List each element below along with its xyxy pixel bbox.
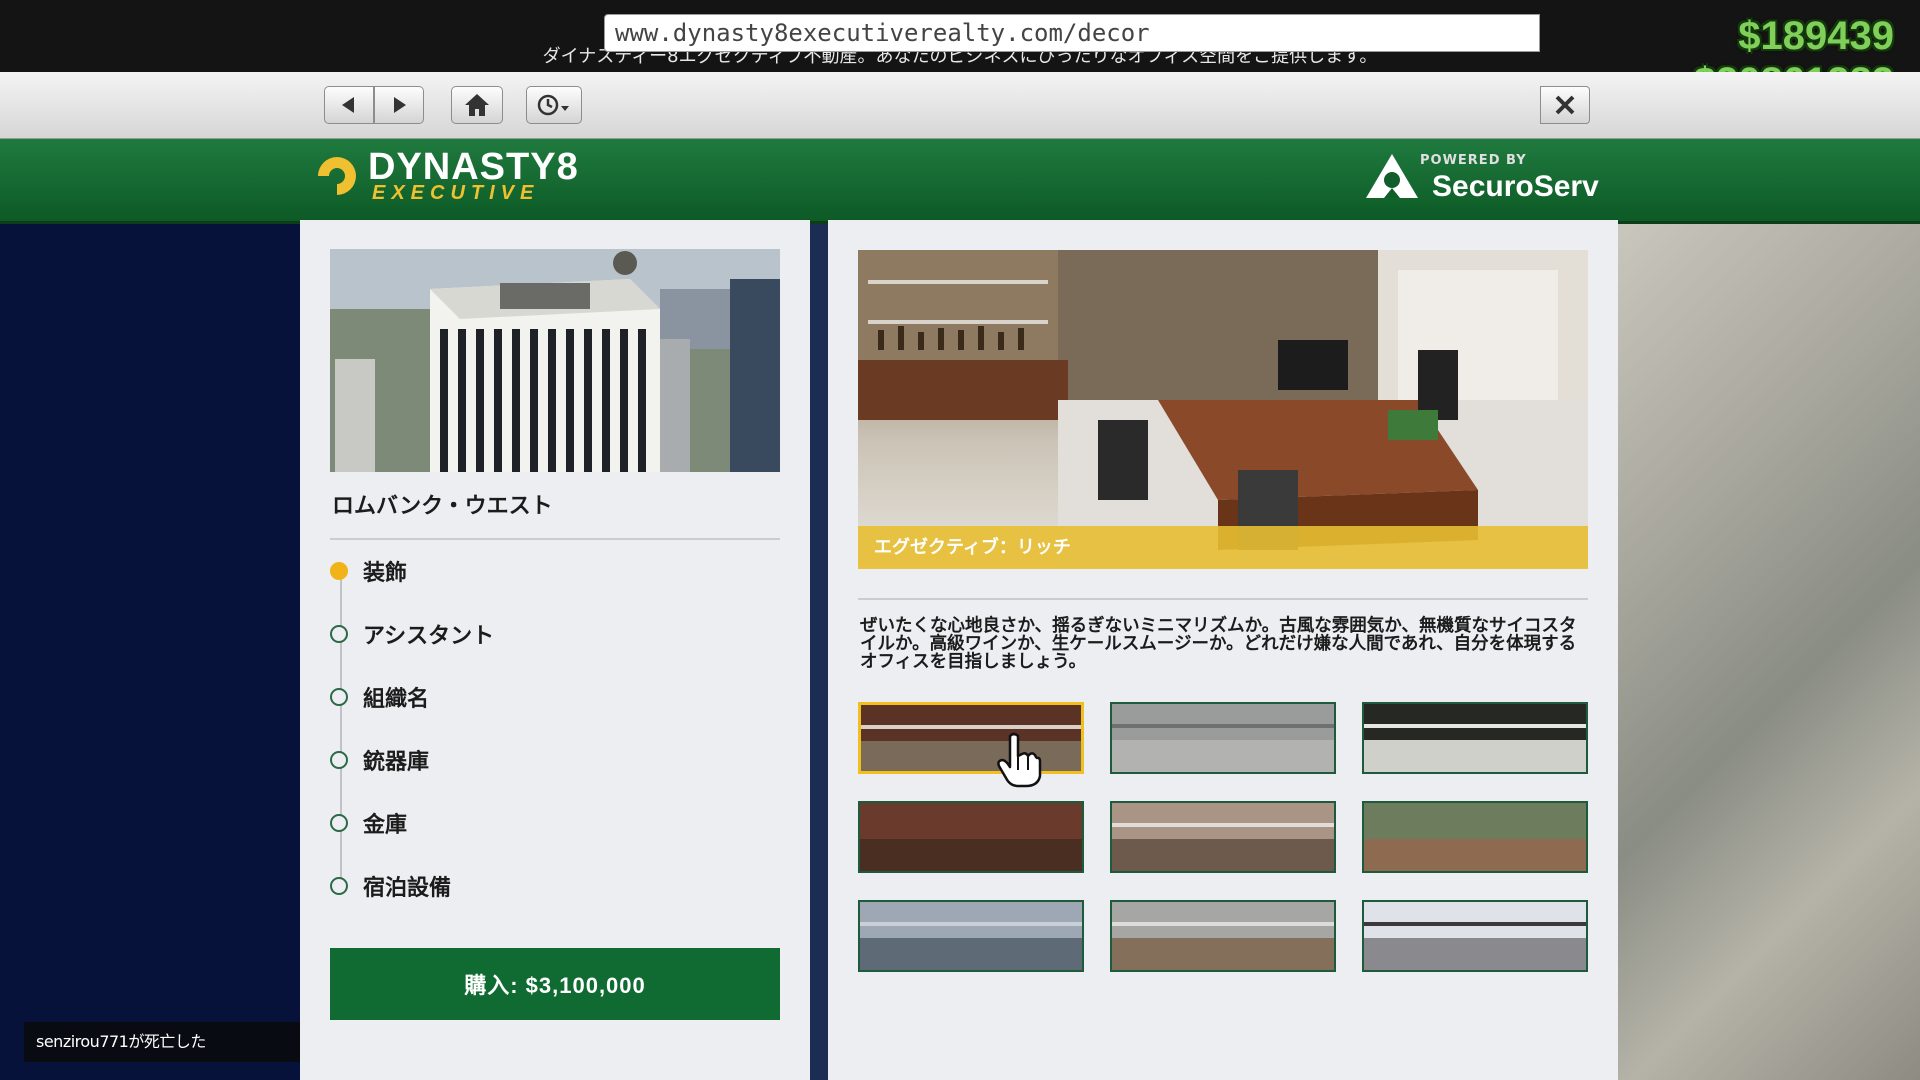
background-left [0,224,300,1080]
property-image [330,249,780,472]
home-icon [465,94,489,116]
close-button[interactable] [1540,86,1590,124]
swatch-bottom-color [860,938,1082,970]
swatch-bottom-color [1364,938,1586,970]
decor-caption: エグゼクティブ：リッチ [858,526,1588,569]
forward-arrow-icon [394,97,406,113]
swatch-top-color [1364,704,1586,740]
decor-swatch-5[interactable] [1110,801,1336,873]
swatch-trim-color [860,922,1082,926]
forward-button[interactable] [374,86,424,124]
securoserv-label: SecuroServ [1432,170,1599,203]
history-button[interactable] [526,86,582,124]
logo-subtext: EXECUTIVE [372,182,540,204]
step-radio-icon [330,877,348,895]
site-header [0,139,1920,224]
step-gun-locker[interactable]: 銃器庫 [330,745,429,775]
step-label: 装飾 [363,561,408,586]
decor-description: ぜいたくな心地良さか、揺るぎないミニマリズムか。古風な雰囲気か、無機質なサイコス… [860,616,1577,672]
decor-swatch-2[interactable] [1110,702,1336,774]
swatch-top-color [1364,803,1586,839]
swatch-top-color [1112,704,1334,740]
buy-button[interactable]: 購入: $3,100,000 [330,948,780,1020]
powered-by-label: POWERED BY [1420,153,1527,168]
step-assistant[interactable]: アシスタント [330,619,494,649]
swatch-trim-color [1364,724,1586,728]
swatch-bottom-color [860,839,1082,871]
swatch-bottom-color [1112,938,1334,970]
step-label: 金庫 [363,813,408,838]
step-radio-icon [330,814,348,832]
step-safe[interactable]: 金庫 [330,808,407,838]
swatch-top-color [1112,902,1334,938]
step-radio-icon [330,688,348,706]
securoserv-logo-icon [1366,154,1418,198]
dynasty8-logo-icon [318,157,356,195]
browser-toolbar [0,72,1920,139]
swatch-top-color [860,803,1082,839]
decor-swatch-9[interactable] [1362,900,1588,972]
decor-swatch-3[interactable] [1362,702,1588,774]
step-label: アシスタント [363,624,495,649]
swatch-bottom-color [1364,740,1586,772]
decor-swatch-7[interactable] [858,900,1084,972]
swatch-trim-color [1112,724,1334,728]
divider [330,538,780,540]
step-label: 宿泊設備 [363,876,452,901]
url-field[interactable]: www.dynasty8executiverealty.com/decor [604,14,1540,52]
back-button[interactable] [324,86,374,124]
swatch-trim-color [1364,922,1586,926]
swatch-top-color [1112,803,1334,839]
swatch-trim-color [1364,823,1586,827]
swatch-bottom-color [1364,839,1586,871]
step-decor[interactable]: 装飾 [330,556,407,586]
swatch-top-color [860,902,1082,938]
background-gap [810,224,828,1080]
hand-cursor-icon [997,732,1042,788]
decor-swatch-6[interactable] [1362,801,1588,873]
swatch-trim-color [1112,922,1334,926]
swatch-trim-color [860,823,1082,827]
step-active-dot-icon [330,562,348,580]
swatch-trim-color [861,725,1081,729]
decor-swatch-1[interactable] [858,702,1084,774]
step-label: 組織名 [363,687,430,712]
step-label: 銃器庫 [363,750,430,775]
swatch-top-color [1364,902,1586,938]
decor-preview-image [858,250,1588,568]
swatch-bottom-color [1112,740,1334,772]
swatch-top-color [861,705,1081,741]
swatch-bottom-color [1112,839,1334,871]
close-icon [1555,95,1575,115]
step-organization-name[interactable]: 組織名 [330,682,429,712]
swatch-trim-color [1112,823,1334,827]
divider [858,598,1588,600]
cash-amount: $189439 [1738,14,1894,58]
swatch-bottom-color [861,741,1081,771]
property-name: ロムバンク・ウエスト [332,494,553,519]
home-button[interactable] [451,86,503,124]
decor-swatch-8[interactable] [1110,900,1336,972]
step-accommodation[interactable]: 宿泊設備 [330,871,451,901]
background-map [1618,224,1920,1080]
step-radio-icon [330,751,348,769]
kill-feed: senzirou771が死亡した [24,1022,300,1062]
step-radio-icon [330,625,348,643]
decor-swatch-4[interactable] [858,801,1084,873]
clock-icon [537,94,569,116]
back-arrow-icon [342,97,354,113]
